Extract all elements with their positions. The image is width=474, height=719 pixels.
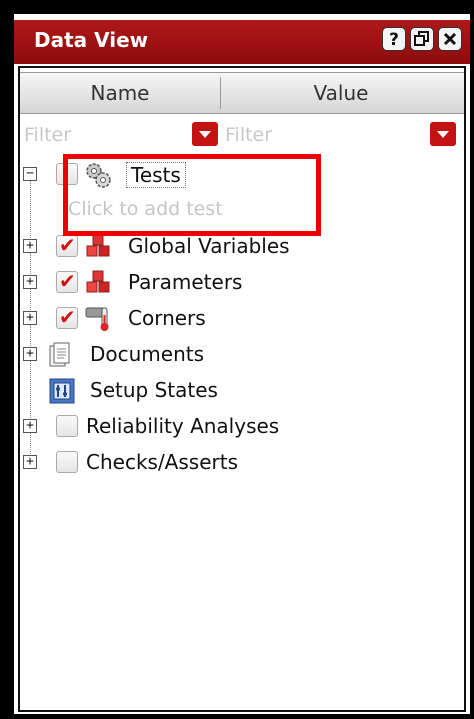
- help-button[interactable]: ?: [382, 27, 406, 51]
- global-variables-label: Global Variables: [128, 234, 290, 258]
- reliability-analyses-checkbox[interactable]: [56, 415, 78, 437]
- name-filter-dropdown[interactable]: [192, 122, 218, 146]
- tree-item-checks-asserts[interactable]: + Checks/Asserts: [20, 446, 460, 480]
- thermometer-icon: [85, 307, 109, 331]
- checks-asserts-label: Checks/Asserts: [86, 450, 238, 474]
- parameters-checkbox[interactable]: [56, 269, 78, 293]
- global-variables-checkbox[interactable]: [56, 233, 78, 257]
- setup-states-label: Setup States: [90, 378, 218, 402]
- data-view-window: Data View ? Name Value Filter Filter − T…: [14, 14, 470, 714]
- highlight-box: [63, 154, 321, 236]
- tree-item-documents[interactable]: + Documents: [20, 338, 460, 372]
- restore-icon: [414, 31, 429, 46]
- document-icon: [49, 342, 70, 367]
- name-filter-input[interactable]: Filter: [20, 120, 194, 150]
- restore-button[interactable]: [410, 27, 434, 51]
- expand-toggle[interactable]: +: [23, 311, 37, 325]
- column-header: Name Value: [20, 72, 464, 114]
- tree-item-setup-states[interactable]: Setup States: [20, 374, 460, 408]
- title-bar[interactable]: Data View ?: [14, 20, 470, 64]
- documents-label: Documents: [90, 342, 205, 366]
- value-filter-input[interactable]: Filter: [221, 120, 425, 150]
- corners-label: Corners: [128, 306, 206, 330]
- filter-row: Filter Filter: [20, 116, 464, 152]
- window-title: Data View: [34, 28, 149, 52]
- expand-toggle[interactable]: +: [23, 347, 37, 361]
- name-column-header[interactable]: Name: [20, 73, 220, 113]
- tree-item-parameters[interactable]: + Parameters: [20, 266, 460, 300]
- parameters-label: Parameters: [128, 270, 243, 294]
- tree-item-corners[interactable]: + Corners: [20, 302, 460, 336]
- cubes-icon: [86, 234, 110, 257]
- expand-toggle[interactable]: +: [23, 275, 37, 289]
- tree-item-reliability-analyses[interactable]: + Reliability Analyses: [20, 410, 460, 444]
- reliability-analyses-label: Reliability Analyses: [86, 414, 280, 438]
- collapse-toggle[interactable]: −: [23, 167, 37, 181]
- corners-checkbox[interactable]: [56, 305, 78, 329]
- checks-asserts-checkbox[interactable]: [56, 451, 78, 473]
- close-icon: [443, 32, 457, 46]
- value-filter-dropdown[interactable]: [430, 122, 456, 146]
- expand-toggle[interactable]: +: [23, 239, 37, 253]
- close-button[interactable]: [438, 27, 462, 51]
- expand-toggle[interactable]: +: [23, 455, 37, 469]
- expand-toggle[interactable]: +: [23, 419, 37, 433]
- value-column-header[interactable]: Value: [221, 73, 461, 113]
- cubes-icon: [86, 270, 110, 293]
- setup-state-icon: [49, 378, 75, 404]
